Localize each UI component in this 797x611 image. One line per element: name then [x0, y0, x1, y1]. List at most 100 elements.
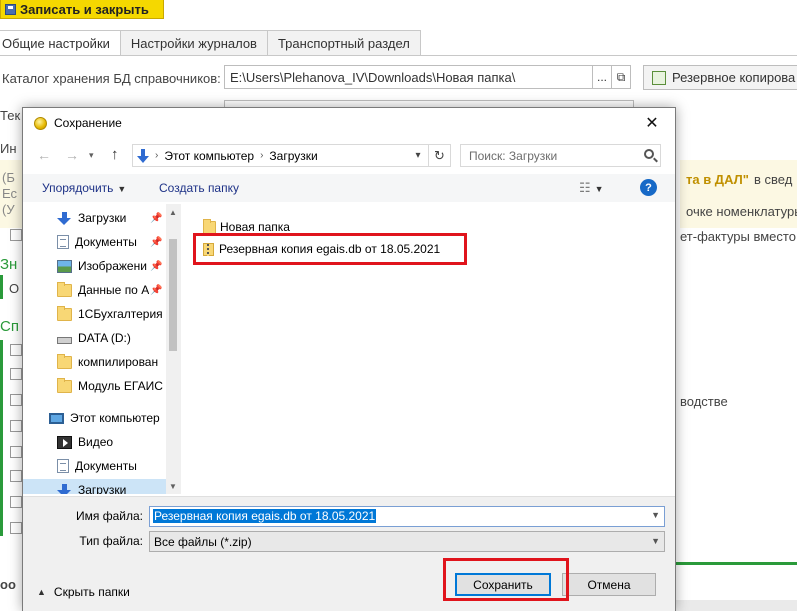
nav-item-pictures-pinned[interactable]: Изображени 📌	[23, 255, 166, 277]
search-placeholder: Поиск: Загрузки	[469, 149, 558, 163]
option-checkbox-5[interactable]	[10, 420, 22, 432]
cancel-button[interactable]: Отмена	[562, 573, 656, 596]
scroll-down-icon[interactable]: ▼	[169, 482, 177, 491]
folder-icon	[203, 218, 216, 234]
organize-button[interactable]: Упорядочить ▼	[42, 181, 126, 195]
navigation-scrollbar[interactable]: ▲ ▼	[166, 204, 180, 494]
scrollbar-thumb[interactable]	[169, 239, 177, 351]
close-icon: ✕	[645, 115, 659, 132]
search-input[interactable]: Поиск: Загрузки	[460, 144, 661, 167]
notice-fragment-dal: та в ДАЛ"	[686, 172, 749, 187]
nav-item-data-folder[interactable]: Данные по А 📌	[23, 279, 166, 301]
dialog-titlebar[interactable]: Сохранение ✕	[23, 108, 675, 138]
option-checkbox-3[interactable]	[10, 368, 22, 380]
nav-item-data-drive[interactable]: DATA (D:)	[23, 327, 166, 349]
nav-item-label: Загрузки	[78, 211, 127, 225]
label-fragment-te: Тек	[0, 108, 21, 123]
save-and-close-button[interactable]: Записать и закрыть	[0, 0, 164, 19]
up-arrow-icon[interactable]: ↑	[111, 146, 119, 163]
notice-fragment-b: (Б	[2, 170, 15, 185]
save-dialog: Сохранение ✕ ← → ▾ ↑ › Этот компьютер › …	[22, 107, 676, 611]
refresh-button[interactable]: ↻	[429, 144, 451, 167]
nav-item-video[interactable]: Видео	[23, 431, 166, 453]
nav-item-downloads[interactable]: Загрузки	[23, 479, 166, 494]
pin-icon: 📌	[150, 212, 163, 224]
help-icon[interactable]: ?	[640, 179, 657, 196]
option-checkbox-7[interactable]	[10, 470, 22, 482]
file-name: Новая папка	[220, 220, 290, 234]
nav-item-label: Модуль ЕГАИС	[78, 379, 163, 393]
footer-fragment-oo: оо	[0, 577, 16, 592]
filename-input[interactable]: Резервная копия egais.db от 18.05.2021 ▼	[149, 506, 665, 527]
option-checkbox-8[interactable]	[10, 496, 22, 508]
browse-button[interactable]: ...	[592, 65, 612, 89]
folder-icon	[57, 281, 72, 297]
option-fragment-nomenclature: очке номенклатуры	[686, 204, 797, 219]
close-button[interactable]: ✕	[629, 108, 675, 138]
drive-icon	[57, 336, 72, 344]
dialog-toolbar: Упорядочить ▼ Создать папку ☷ ▼ ?	[23, 174, 675, 202]
video-icon	[57, 435, 72, 449]
section-bar	[0, 275, 3, 299]
option-fragment-production: водстве	[680, 394, 728, 409]
tab-general-settings[interactable]: Общие настройки	[0, 30, 121, 56]
file-list: Новая папка Резервная копия egais.db от …	[183, 204, 669, 494]
section-bar-2	[0, 340, 3, 536]
nav-item-documents[interactable]: Документы	[23, 455, 166, 477]
chevron-down-icon[interactable]: ▼	[651, 510, 660, 520]
option-checkbox-4[interactable]	[10, 394, 22, 406]
settings-tabs: Общие настройки Настройки журналов Транс…	[0, 30, 421, 56]
nav-item-compiled[interactable]: компилирован	[23, 351, 166, 373]
computer-icon	[49, 412, 64, 424]
pane-divider	[180, 204, 181, 494]
footer-divider	[670, 562, 797, 565]
breadcrumb-folder[interactable]: Загрузки	[269, 149, 317, 163]
notice-fragment-u: (У	[2, 202, 15, 217]
backup-label: Резервное копирова	[672, 70, 796, 85]
recent-chevron-icon[interactable]: ▾	[89, 150, 94, 161]
pin-icon: 📌	[150, 284, 163, 296]
nav-item-label: DATA (D:)	[78, 331, 131, 345]
download-arrow-icon	[57, 211, 72, 225]
scroll-up-icon[interactable]: ▲	[169, 208, 177, 217]
folder-icon	[57, 353, 72, 369]
option-checkbox-9[interactable]	[10, 522, 22, 534]
nav-item-label: Документы	[75, 235, 137, 249]
nav-item-documents-pinned[interactable]: Документы 📌	[23, 231, 166, 253]
hide-folders-button[interactable]: ▲ Скрыть папки	[37, 585, 130, 599]
back-arrow-icon[interactable]: ←	[37, 147, 51, 163]
open-button[interactable]: ⧉	[611, 65, 631, 89]
address-dropdown[interactable]: ▾	[407, 144, 429, 167]
forward-arrow-icon[interactable]: →	[65, 147, 79, 163]
option-checkbox-6[interactable]	[10, 446, 22, 458]
tab-journal-settings[interactable]: Настройки журналов	[119, 30, 268, 56]
nav-item-label: Изображени	[78, 259, 147, 273]
filetype-select[interactable]: Все файлы (*.zip) ▼	[149, 531, 665, 552]
new-folder-button[interactable]: Создать папку	[159, 181, 239, 195]
filename-value: Резервная копия egais.db от 18.05.2021	[153, 509, 377, 523]
option-checkbox-2[interactable]	[10, 344, 22, 356]
nav-item-downloads-pinned[interactable]: Загрузки 📌	[23, 207, 166, 229]
pin-icon: 📌	[150, 260, 163, 272]
view-options-button[interactable]: ☷ ▼	[579, 180, 604, 196]
dialog-title: Сохранение	[54, 116, 122, 130]
tab-transport-section[interactable]: Транспортный раздел	[266, 30, 421, 56]
nav-item-this-pc[interactable]: Этот компьютер	[23, 407, 166, 429]
location-arrow-icon	[137, 148, 149, 163]
option-checkbox[interactable]	[10, 229, 22, 241]
nav-item-egais-module[interactable]: Модуль ЕГАИС	[23, 375, 166, 397]
download-arrow-icon	[57, 483, 72, 494]
breadcrumb-root[interactable]: Этот компьютер	[164, 149, 254, 163]
nav-item-label: Данные по А	[78, 283, 150, 297]
nav-item-1c-accounting[interactable]: 1СБухгалтерия 8	[23, 303, 166, 325]
filetype-value: Все файлы (*.zip)	[154, 535, 252, 549]
section-fragment-zn: Зн	[0, 256, 18, 273]
address-bar[interactable]: › Этот компьютер › Загрузки	[132, 144, 429, 167]
nav-item-label: Этот компьютер	[70, 411, 160, 425]
backup-icon	[652, 70, 666, 85]
nav-item-label: Документы	[75, 459, 137, 473]
backup-button[interactable]: Резервное копирова	[643, 65, 797, 90]
chevron-right-icon: ›	[155, 150, 159, 161]
db-catalog-input[interactable]: E:\Users\Plehanova_IV\Downloads\Новая па…	[224, 65, 593, 89]
floppy-disk-icon	[5, 3, 16, 15]
